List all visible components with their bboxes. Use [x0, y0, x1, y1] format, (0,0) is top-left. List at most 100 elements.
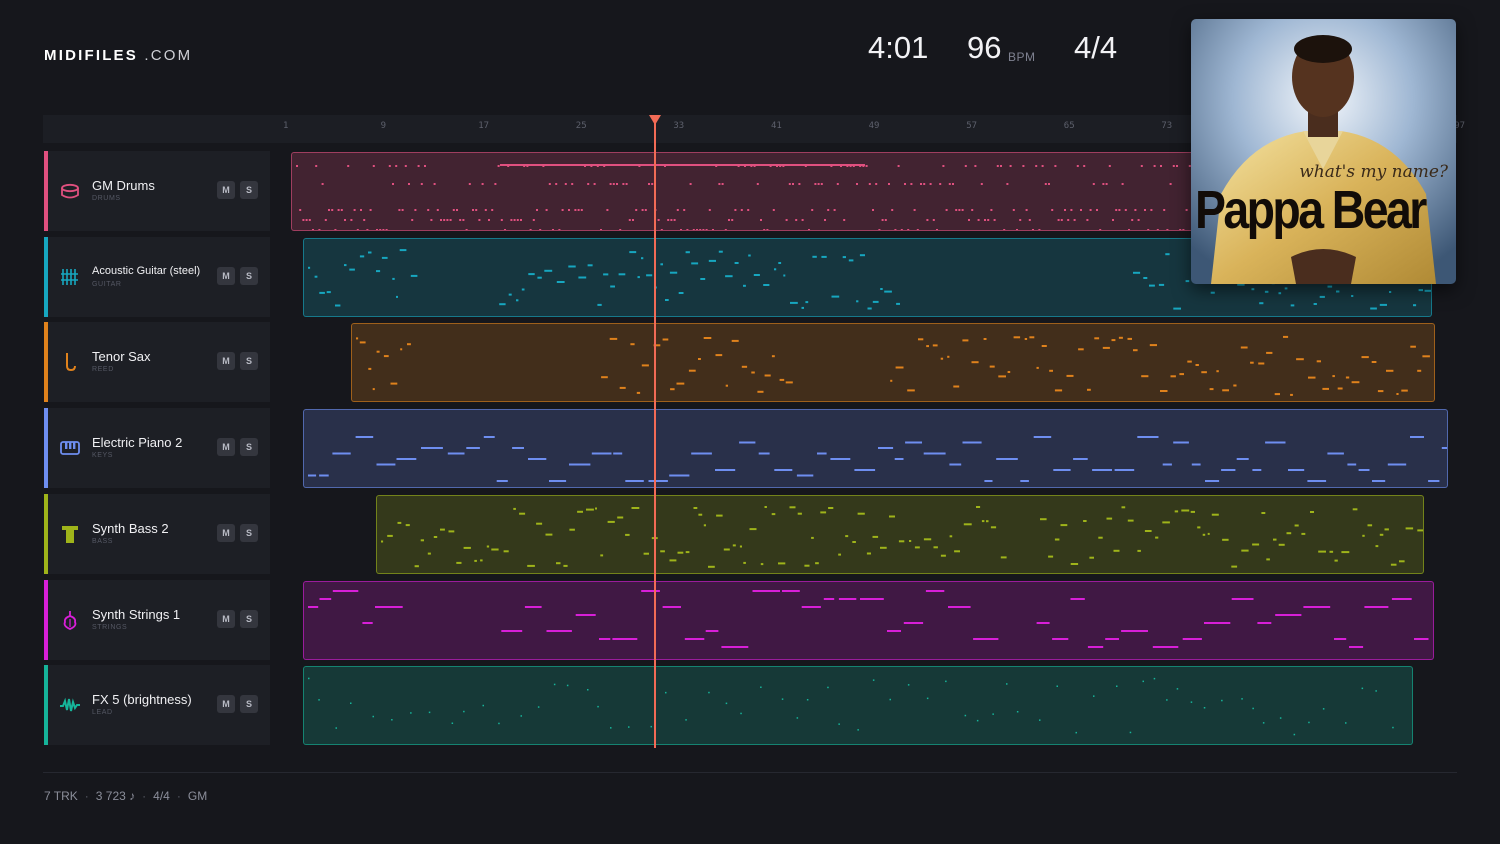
note-mark	[996, 165, 999, 167]
note-mark	[1185, 279, 1190, 282]
note-mark	[1163, 209, 1166, 211]
note-mark	[344, 263, 347, 266]
note-mark	[723, 548, 730, 551]
note-mark	[1410, 436, 1424, 439]
note-mark	[1379, 303, 1387, 306]
note-mark	[1318, 550, 1326, 553]
note-mark	[1041, 165, 1044, 167]
note-mark	[820, 183, 823, 185]
note-mark	[1173, 307, 1181, 310]
note-mark	[992, 713, 994, 716]
note-mark	[319, 291, 325, 294]
mute-button[interactable]: M	[217, 438, 235, 457]
note-mark	[1351, 381, 1360, 384]
note-mark	[1352, 508, 1358, 511]
note-mark	[571, 183, 574, 185]
solo-button[interactable]: S	[240, 352, 258, 371]
note-mark	[1210, 291, 1215, 294]
note-mark	[318, 229, 321, 230]
note-mark	[1019, 219, 1022, 221]
note-mark	[1288, 469, 1305, 472]
note-mark	[984, 219, 986, 221]
note-mark	[1345, 376, 1350, 379]
note-mark	[734, 209, 737, 211]
note-mark	[1076, 165, 1079, 167]
note-mark	[1370, 307, 1377, 310]
note-mark	[740, 209, 743, 211]
mute-button[interactable]: M	[217, 609, 235, 628]
note-mark	[552, 229, 554, 230]
note-mark	[1052, 637, 1069, 640]
note-mark	[685, 719, 687, 721]
note-mark	[314, 275, 318, 278]
note-mark	[1129, 731, 1132, 734]
track-header[interactable]: Acoustic Guitar (steel) GUITAR M S	[44, 236, 270, 317]
note-mark	[536, 209, 538, 211]
note-mark	[586, 508, 594, 511]
note-mark	[359, 341, 366, 344]
note-mark	[872, 209, 874, 211]
note-mark	[1089, 556, 1094, 559]
track-header[interactable]: FX 5 (brightness) LEAD M S	[44, 665, 270, 746]
note-mark	[665, 298, 669, 301]
note-mark	[798, 183, 801, 185]
ruler-tick: 65	[1063, 121, 1075, 131]
note-mark	[1144, 209, 1146, 211]
note-mark	[665, 692, 667, 694]
playhead-line[interactable]	[654, 123, 656, 748]
track-header[interactable]: GM Drums DRUMS M S	[44, 151, 270, 231]
mute-button[interactable]: M	[217, 695, 235, 714]
note-mark	[1316, 360, 1321, 363]
solo-button[interactable]: S	[240, 523, 258, 542]
mute-button[interactable]: M	[217, 181, 235, 199]
track-lane[interactable]	[303, 580, 1434, 660]
note-mark	[308, 677, 310, 680]
note-mark	[662, 338, 669, 341]
solo-button[interactable]: S	[240, 609, 258, 628]
note-mark	[392, 183, 394, 185]
solo-button[interactable]: S	[240, 181, 258, 199]
note-mark	[1024, 338, 1028, 341]
track-lane[interactable]	[303, 409, 1448, 489]
note-mark	[631, 506, 640, 509]
track-category: LEAD	[92, 709, 113, 717]
note-mark	[635, 209, 638, 211]
track-lane[interactable]	[303, 666, 1413, 746]
track-lane[interactable]	[351, 323, 1435, 403]
mute-button[interactable]: M	[217, 266, 235, 285]
note-mark	[629, 250, 637, 253]
note-mark	[848, 259, 854, 262]
note-mark	[601, 376, 608, 379]
mute-button[interactable]: M	[217, 352, 235, 371]
track-lane[interactable]	[376, 494, 1424, 574]
track-header[interactable]: Electric Piano 2 KEYS M S	[44, 408, 270, 489]
note-mark	[641, 364, 649, 367]
track-header[interactable]: Synth Strings 1 STRINGS M S	[44, 579, 270, 660]
solo-button[interactable]: S	[240, 438, 258, 457]
note-mark	[484, 209, 487, 211]
note-mark	[838, 723, 840, 726]
note-mark	[513, 219, 516, 221]
note-mark	[521, 288, 525, 291]
track-header[interactable]: Tenor Sax REED M S	[44, 322, 270, 403]
note-mark	[866, 552, 871, 555]
note-mark	[355, 436, 374, 439]
note-mark	[512, 447, 524, 450]
note-mark	[686, 229, 689, 230]
note-mark	[684, 637, 705, 640]
track-header[interactable]: Synth Bass 2 BASS M S	[44, 493, 270, 574]
note-mark	[789, 506, 796, 509]
tempo-unit: BPM	[1008, 50, 1036, 64]
note-mark	[1264, 290, 1269, 293]
solo-button[interactable]: S	[240, 695, 258, 714]
solo-button[interactable]: S	[240, 266, 258, 285]
note-mark	[880, 546, 887, 549]
note-mark	[894, 458, 904, 461]
mute-button[interactable]: M	[217, 523, 235, 542]
note-mark	[595, 507, 597, 510]
note-mark	[1112, 219, 1114, 221]
note-mark	[1265, 441, 1286, 444]
note-mark	[498, 722, 500, 725]
note-mark	[676, 382, 685, 385]
drum-icon	[59, 180, 81, 202]
